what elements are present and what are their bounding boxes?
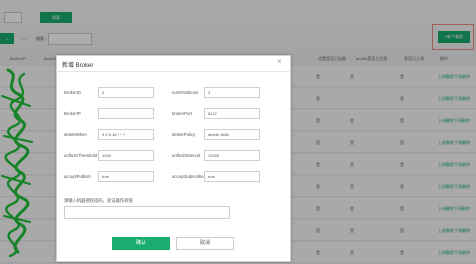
- confirm-button[interactable]: 确认: [112, 237, 170, 250]
- field-input[interactable]: true: [204, 171, 260, 182]
- field-label: acceptPublish: [64, 174, 91, 179]
- field-label: numPartitions: [172, 90, 199, 95]
- field-label: unflushInterval: [172, 153, 200, 158]
- field-input[interactable]: delete,168h: [204, 129, 260, 140]
- field-label: unflushThreshold: [64, 153, 97, 158]
- field-label: deleteWhen: [64, 132, 87, 137]
- field-input[interactable]: [98, 108, 154, 119]
- field-label: BrokerIP: [64, 111, 81, 116]
- close-icon[interactable]: ×: [277, 58, 282, 66]
- password-label: 请输入机器授权密码，验证操作权限: [64, 198, 133, 203]
- field-input[interactable]: 0 0 6,18 * * ?: [98, 129, 154, 140]
- dialog-title: 新增 Broker: [62, 63, 94, 69]
- field-label: BrokerID: [64, 90, 81, 95]
- field-input[interactable]: 3: [204, 87, 260, 98]
- dialog-divider: [56, 71, 291, 72]
- auth-password-input[interactable]: [64, 206, 230, 219]
- field-input[interactable]: 1000: [98, 150, 154, 161]
- field-input[interactable]: true: [98, 171, 154, 182]
- field-label: brokerPort: [172, 111, 193, 116]
- field-input[interactable]: 10000: [204, 150, 260, 161]
- field-input[interactable]: 0: [98, 87, 154, 98]
- field-label: deletePolicy: [172, 132, 196, 137]
- field-input[interactable]: 8122: [204, 108, 260, 119]
- field-label: acceptSubscribe: [172, 174, 204, 179]
- cancel-button[interactable]: 取消: [176, 237, 234, 250]
